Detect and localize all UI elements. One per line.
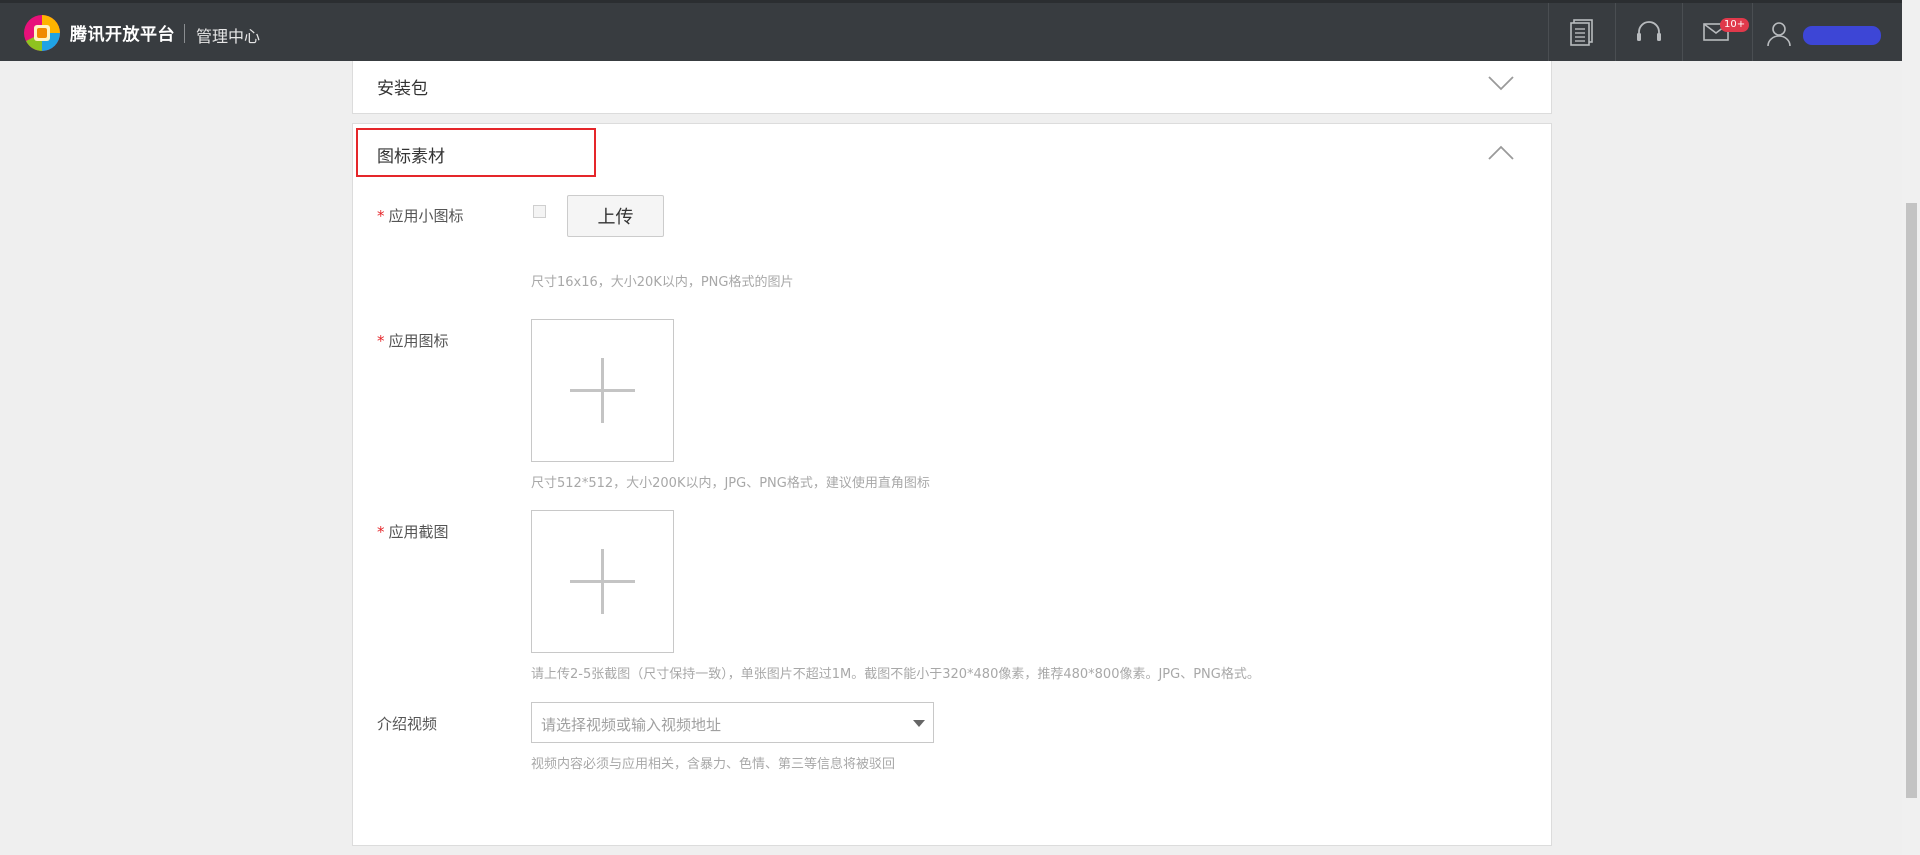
required-mark: * bbox=[377, 523, 385, 541]
top-nav-bar: 腾讯开放平台 管理中心 10+ bbox=[0, 0, 1902, 61]
app-icon-upload-box[interactable] bbox=[531, 319, 674, 462]
required-mark: * bbox=[377, 207, 385, 225]
package-panel: 安装包 bbox=[352, 61, 1552, 114]
messages-button[interactable] bbox=[1682, 3, 1749, 61]
support-button[interactable] bbox=[1615, 3, 1682, 61]
app-icon-label-text: 应用图标 bbox=[388, 332, 449, 350]
nav-icon-group bbox=[1548, 3, 1749, 61]
user-icon bbox=[1767, 22, 1791, 47]
app-icon-label: * 应用图标 bbox=[377, 330, 449, 351]
document-icon bbox=[1570, 19, 1593, 46]
plus-icon bbox=[601, 549, 604, 614]
caret-down-icon bbox=[913, 720, 925, 727]
docs-button[interactable] bbox=[1548, 3, 1615, 61]
video-select-placeholder: 请选择视频或输入视频地址 bbox=[541, 716, 722, 734]
upload-button[interactable]: 上传 bbox=[567, 195, 664, 237]
brand-name[interactable]: 腾讯开放平台 bbox=[70, 20, 175, 45]
screenshot-label: * 应用截图 bbox=[377, 521, 449, 542]
icon-materials-panel: 图标素材 * 应用小图标 上传 尺寸16x16，大小20K以内，PNG格式的图片 … bbox=[352, 123, 1552, 846]
small-icon-preview bbox=[533, 205, 546, 218]
video-label: 介绍视频 bbox=[377, 715, 438, 733]
plus-icon bbox=[601, 358, 604, 423]
required-mark: * bbox=[377, 332, 385, 350]
screenshot-hint: 请上传2-5张截图（尺寸保持一致），单张图片不超过1M。截图不能小于320*48… bbox=[531, 667, 1260, 682]
screenshot-upload-box[interactable] bbox=[531, 510, 674, 653]
package-panel-title[interactable]: 安装包 bbox=[377, 74, 428, 99]
chevron-down-icon[interactable] bbox=[1487, 75, 1515, 91]
brand-divider bbox=[184, 24, 185, 43]
headset-icon bbox=[1637, 21, 1661, 41]
small-icon-label: * 应用小图标 bbox=[377, 205, 464, 226]
message-count-badge: 10+ bbox=[1720, 18, 1750, 32]
video-hint: 视频内容必须与应用相关，含暴力、色情、第三等信息将被驳回 bbox=[531, 757, 896, 772]
screenshot-label-text: 应用截图 bbox=[388, 523, 449, 541]
small-icon-hint: 尺寸16x16，大小20K以内，PNG格式的图片 bbox=[531, 275, 794, 290]
section-title[interactable]: 管理中心 bbox=[196, 23, 260, 47]
video-select[interactable]: 请选择视频或输入视频地址 bbox=[531, 702, 934, 743]
tencent-logo-icon[interactable] bbox=[22, 13, 62, 53]
small-icon-label-text: 应用小图标 bbox=[388, 207, 464, 225]
user-menu[interactable] bbox=[1752, 3, 1902, 61]
app-icon-hint: 尺寸512*512，大小200K以内，JPG、PNG格式，建议使用直角图标 bbox=[531, 476, 930, 491]
chevron-up-icon[interactable] bbox=[1487, 145, 1515, 161]
icon-materials-panel-title[interactable]: 图标素材 bbox=[377, 142, 445, 167]
scrollbar-thumb[interactable] bbox=[1906, 203, 1917, 798]
user-name-redacted[interactable] bbox=[1803, 26, 1881, 45]
